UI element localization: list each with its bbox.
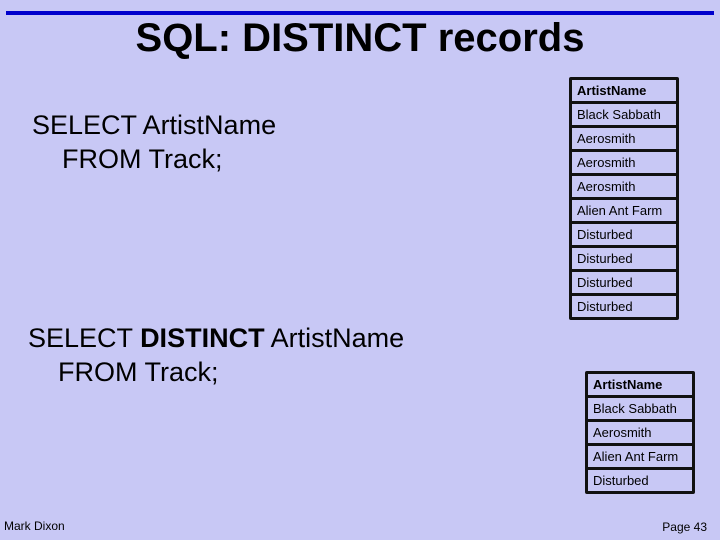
result-table-all: ArtistName Black Sabbath Aerosmith Aeros… <box>569 77 679 320</box>
table-header: ArtistName <box>588 374 692 398</box>
query-select-distinct: SELECT DISTINCT ArtistName FROM Track; <box>28 321 404 389</box>
table-row: Aerosmith <box>572 128 676 152</box>
query-line-1: SELECT ArtistName <box>32 110 277 140</box>
query-column: ArtistName <box>264 323 405 353</box>
query-select-all: SELECT ArtistName FROM Track; <box>32 108 276 176</box>
table-row: Disturbed <box>572 272 676 296</box>
query-select-keyword: SELECT <box>28 323 141 353</box>
query-distinct-keyword: DISTINCT <box>140 323 265 353</box>
table-row: Aerosmith <box>588 422 692 446</box>
query-line-2: FROM Track; <box>58 357 219 387</box>
slide-title: SQL: DISTINCT records <box>135 16 585 60</box>
table-row: Black Sabbath <box>588 398 692 422</box>
table-row: Disturbed <box>577 299 633 314</box>
table-row: Black Sabbath <box>572 104 676 128</box>
table-row: Disturbed <box>572 224 676 248</box>
table-row: Aerosmith <box>572 176 676 200</box>
table-row: Alien Ant Farm <box>572 200 676 224</box>
table-row: Disturbed <box>572 248 676 272</box>
table-row: Alien Ant Farm <box>588 446 692 470</box>
table-header: ArtistName <box>572 80 676 104</box>
page-number: Page 43 <box>662 520 707 534</box>
table-row: Aerosmith <box>572 152 676 176</box>
query-line-2: FROM Track; <box>62 144 223 174</box>
result-table-distinct: ArtistName Black Sabbath Aerosmith Alien… <box>585 371 695 494</box>
footer-author: Mark Dixon <box>4 519 65 533</box>
table-row: Disturbed <box>593 473 649 488</box>
